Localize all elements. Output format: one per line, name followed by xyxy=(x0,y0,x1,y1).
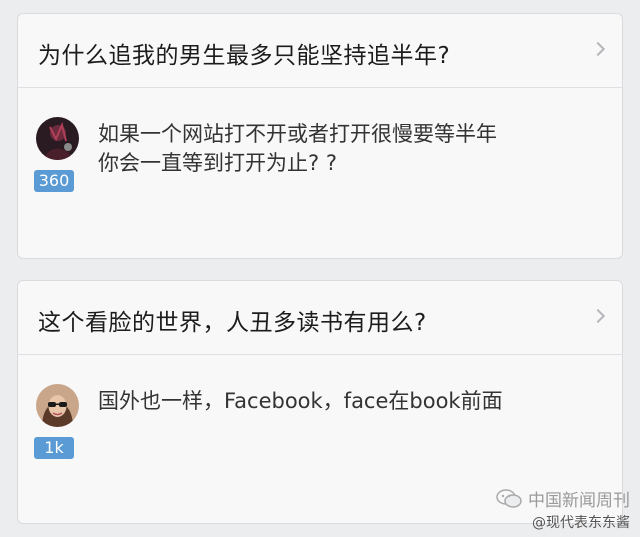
watermark: 中国新闻周刊 @现代表东东酱 xyxy=(496,486,630,532)
watermark-source-text: 中国新闻周刊 xyxy=(528,491,630,511)
avatar[interactable] xyxy=(36,117,79,160)
answer-line: 你会一直等到打开为止? ? xyxy=(98,151,337,175)
question-title[interactable]: 这个看脸的世界，人丑多读书有用么? xyxy=(38,303,427,337)
answer-text[interactable]: 如果一个网站打不开或者打开很慢要等半年 你会一直等到打开为止? ? xyxy=(98,120,608,178)
answer-line: 国外也一样，Facebook，face在book前面 xyxy=(98,389,503,413)
vote-count-badge: 360 xyxy=(34,170,74,192)
wechat-icon xyxy=(496,488,522,508)
question-header[interactable]: 为什么追我的男生最多只能坚持追半年? xyxy=(18,14,622,88)
question-card-1[interactable]: 为什么追我的男生最多只能坚持追半年? 360 如果一个网站打不开或者打开很慢要等… xyxy=(17,13,623,259)
question-title[interactable]: 为什么追我的男生最多只能坚持追半年? xyxy=(38,36,450,70)
avatar[interactable] xyxy=(36,384,79,427)
chevron-right-icon[interactable] xyxy=(590,308,606,324)
question-header[interactable]: 这个看脸的世界，人丑多读书有用么? xyxy=(18,281,622,355)
vote-count-badge: 1k xyxy=(34,437,74,459)
watermark-handle: @现代表东东酱 xyxy=(532,515,630,531)
answer-line: 如果一个网站打不开或者打开很慢要等半年 xyxy=(98,122,497,146)
answer-text[interactable]: 国外也一样，Facebook，face在book前面 xyxy=(98,387,608,416)
watermark-source: 中国新闻周刊 xyxy=(496,486,630,511)
chevron-right-icon[interactable] xyxy=(590,41,606,57)
